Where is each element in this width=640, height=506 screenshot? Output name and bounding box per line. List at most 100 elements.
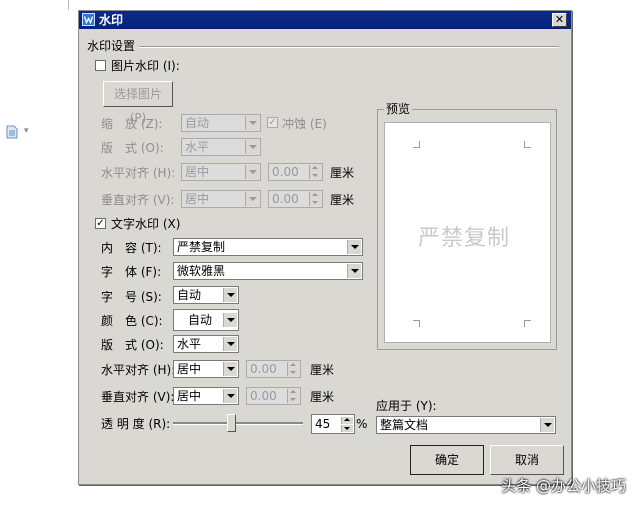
margin-corner [524,320,531,327]
source-credit: 头条 @办公小技巧 [501,477,626,495]
text-watermark-label: 文字水印 (X) [111,217,181,231]
chevron-down-icon [223,313,237,327]
title-bar: 水印 ✕ [79,11,571,29]
chevron-down-icon [223,362,237,376]
size-value: 自动 [177,288,202,302]
spin-up-icon[interactable] [341,417,353,424]
chevron-down-icon [245,140,259,154]
text-halign-label: 水平对齐 (H): [101,363,176,377]
picture-layout-select[interactable]: 水平 [181,138,261,156]
picture-valign-value: 居中 [185,192,210,206]
picture-valign-select[interactable]: 居中 [181,190,261,208]
font-label: 字 体 (F): [101,265,162,279]
spin-up-icon[interactable] [287,362,299,369]
washout-checkbox[interactable]: ✓ [267,117,278,128]
preview-heading: 预览 [384,102,413,116]
transparency-slider-track[interactable] [173,422,303,425]
picture-halign-label: 水平对齐 (H): [101,166,176,180]
document-icon [6,125,18,139]
spin-down-icon[interactable] [309,172,321,179]
close-button[interactable]: ✕ [552,13,567,27]
spin-down-icon[interactable] [287,396,299,403]
font-select[interactable]: 微软雅黑 [173,262,363,280]
text-valign-offset-value: 0.00 [250,389,277,403]
font-value: 微软雅黑 [177,264,226,278]
text-halign-value: 居中 [177,362,202,376]
wps-writer-icon [82,13,95,26]
text-valign-label: 垂直对齐 (V): [101,390,175,404]
margin-corner [413,141,420,148]
picture-watermark-checkbox[interactable] [95,60,106,71]
content-select[interactable]: 严禁复制 [173,238,363,256]
transparency-label: 透 明 度 (R): [101,417,171,431]
select-picture-button[interactable]: 选择图片 (P) [103,81,173,125]
color-label: 颜 色 (C): [101,314,163,328]
picture-halign-unit: 厘米 [330,166,355,180]
apply-to-select[interactable]: 整篇文档 [376,416,556,434]
spin-up-icon[interactable] [287,389,299,396]
text-halign-offset[interactable]: 0.00 [246,360,301,378]
scale-select[interactable]: 自动 [181,114,261,132]
picture-layout-value: 水平 [185,140,210,154]
transparency-unit: % [356,417,368,431]
text-halign-select[interactable]: 居中 [173,360,239,378]
text-layout-label: 版 式 (O): [101,338,164,352]
transparency-value: 45 [315,417,331,431]
color-value: 自动 [188,313,213,327]
text-valign-offset[interactable]: 0.00 [246,387,301,405]
chevron-down-icon [245,165,259,179]
chevron-down-icon [223,288,237,302]
color-select[interactable]: 自动 [173,309,239,331]
text-layout-select[interactable]: 水平 [173,335,239,353]
group-divider [139,46,559,48]
spin-up-icon[interactable] [309,165,321,172]
dialog-title: 水印 [99,13,124,27]
cancel-button[interactable]: 取消 [490,445,564,475]
picture-layout-label: 版 式 (O): [101,141,164,155]
size-label: 字 号 (S): [101,290,162,304]
spin-down-icon[interactable] [309,199,321,206]
picture-valign-offset[interactable]: 0.00 [268,190,323,208]
picture-halign-select[interactable]: 居中 [181,163,261,181]
washout-label: 冲蚀 (E) [282,117,327,131]
preview-page: 严禁复制 [384,122,551,343]
text-layout-value: 水平 [177,337,202,351]
scale-value: 自动 [185,116,210,130]
watermark-dialog: 水印 ✕ 水印设置 图片水印 (I): 选择图片 (P) 缩 放 (Z): 自动… [78,10,572,485]
picture-valign-unit: 厘米 [330,193,355,207]
margin-corner [524,141,531,148]
picture-halign-value: 居中 [185,165,210,179]
picture-halign-offset[interactable]: 0.00 [268,163,323,181]
dropdown-caret-icon[interactable]: ▾ [24,126,29,136]
chevron-down-icon [347,264,361,278]
content-value: 严禁复制 [177,240,226,254]
spin-down-icon[interactable] [287,369,299,376]
picture-halign-offset-value: 0.00 [272,165,299,179]
text-halign-offset-value: 0.00 [250,362,277,376]
document-ruler-mark [68,0,69,10]
preview-watermark-text: 严禁复制 [418,226,511,251]
transparency-spinner[interactable]: 45 [311,414,355,434]
scale-label: 缩 放 (Z): [101,117,163,131]
apply-to-value: 整篇文档 [380,418,429,432]
text-valign-unit: 厘米 [310,390,335,404]
ok-button[interactable]: 确定 [410,445,484,475]
chevron-down-icon [347,240,361,254]
margin-corner [413,320,420,327]
size-select[interactable]: 自动 [173,286,239,304]
chevron-down-icon [245,116,259,130]
picture-watermark-label: 图片水印 (I): [111,59,180,73]
chevron-down-icon [223,337,237,351]
picture-valign-offset-value: 0.00 [272,192,299,206]
chevron-down-icon [245,192,259,206]
text-valign-select[interactable]: 居中 [173,387,239,405]
content-label: 内 容 (T): [101,241,162,255]
transparency-slider-thumb[interactable] [227,414,236,432]
apply-to-label: 应用于 (Y): [376,399,437,413]
chevron-down-icon [223,389,237,403]
text-halign-unit: 厘米 [310,363,335,377]
spin-up-icon[interactable] [309,192,321,199]
spin-down-icon[interactable] [341,425,353,432]
text-valign-value: 居中 [177,389,202,403]
text-watermark-checkbox[interactable]: ✓ [95,218,106,229]
